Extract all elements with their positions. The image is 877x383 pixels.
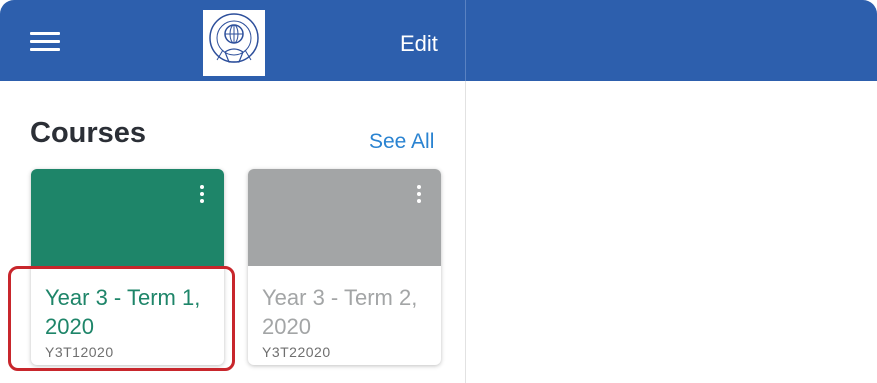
app-header: Edit [0, 0, 877, 81]
course-name: Year 3 - Term 1, 2020 [45, 285, 201, 339]
courses-heading: Courses [30, 117, 147, 149]
header-split-divider [465, 0, 466, 81]
pane-divider [465, 81, 466, 383]
school-crest-logo [203, 10, 265, 76]
course-code: Y3T12020 [45, 344, 114, 360]
course-card-banner [31, 169, 224, 266]
course-name: Year 3 - Term 2, 2020 [262, 285, 418, 339]
course-card[interactable]: Year 3 - Term 2, 2020 Y3T22020 [248, 169, 441, 365]
hamburger-menu-icon[interactable] [30, 32, 60, 52]
more-vertical-icon[interactable] [417, 185, 421, 205]
see-all-link[interactable]: See All [369, 130, 434, 154]
course-card[interactable]: Year 3 - Term 1, 2020 Y3T12020 [31, 169, 224, 365]
edit-button[interactable]: Edit [400, 30, 438, 58]
course-card-banner [248, 169, 441, 266]
more-vertical-icon[interactable] [200, 185, 204, 205]
course-code: Y3T22020 [262, 344, 331, 360]
